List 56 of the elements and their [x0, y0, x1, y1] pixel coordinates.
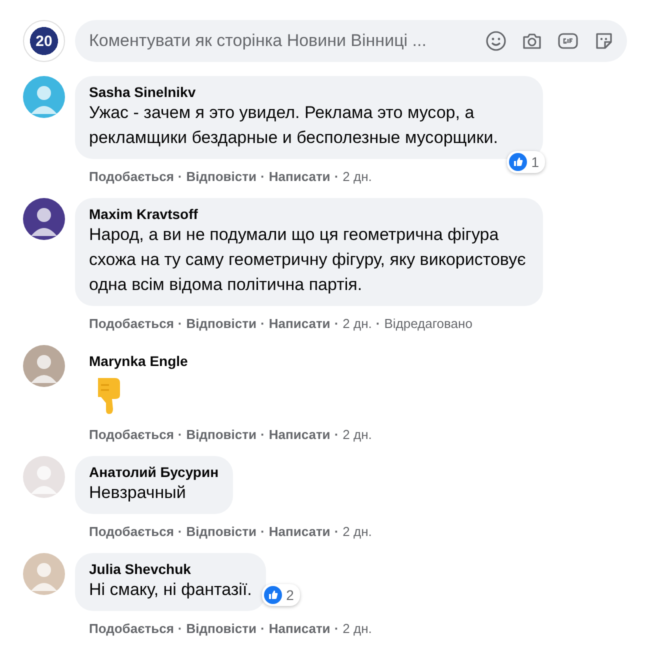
action-link[interactable]: Написати: [268, 621, 330, 636]
author-name[interactable]: Анатолий Бусурин: [89, 464, 219, 480]
timestamp[interactable]: 2 дн.: [342, 169, 372, 184]
comment-text: Народ, а ви не подумали що ця геометрична фігура схожа на ту саму геометричну фігуру, яку використовує одна всім відома політична партія.: [89, 224, 527, 296]
sticker-icon[interactable]: [593, 30, 615, 52]
like-icon: [509, 153, 528, 171]
action-link[interactable]: Написати: [268, 427, 330, 442]
action-link[interactable]: Відповісти: [186, 621, 257, 636]
comment-text: Ужас - зачем я это увидел. Реклама это мусор, а рекламщики бездарные и бесполезные мусорщики.: [89, 102, 499, 149]
separator-dot: ·: [334, 427, 339, 442]
separator-dot: ·: [260, 621, 265, 636]
action-link[interactable]: Подобається: [89, 169, 174, 184]
action-link[interactable]: Написати: [268, 169, 330, 184]
author-name[interactable]: Marynka Engle: [89, 353, 188, 369]
separator-dot: ·: [376, 316, 380, 331]
separator-dot: ·: [178, 169, 182, 184]
gif-icon[interactable]: [557, 30, 579, 52]
action-link[interactable]: Написати: [268, 316, 330, 331]
timestamp[interactable]: 2 дн.: [342, 621, 372, 636]
separator-dot: ·: [334, 316, 339, 331]
action-link[interactable]: Відповісти: [186, 316, 257, 331]
action-link[interactable]: Подобається: [89, 316, 174, 331]
separator-dot: ·: [178, 524, 182, 539]
action-link[interactable]: Подобається: [89, 524, 174, 539]
separator-dot: ·: [260, 427, 265, 442]
author-name[interactable]: Julia Shevchuk: [89, 561, 252, 577]
action-link[interactable]: Відповісти: [186, 169, 257, 184]
edited-label: Відредаговано: [384, 316, 472, 331]
separator-dot: ·: [178, 316, 182, 331]
reaction-badge[interactable]: 2: [262, 584, 300, 606]
separator-dot: ·: [334, 621, 339, 636]
separator-dot: ·: [260, 169, 265, 184]
action-link[interactable]: Відповісти: [186, 427, 257, 442]
comment-text: Невзрачный: [89, 482, 187, 504]
page-logo: 20: [23, 20, 65, 62]
separator-dot: ·: [178, 427, 182, 442]
separator-dot: ·: [260, 316, 265, 331]
action-link[interactable]: Відповісти: [186, 524, 257, 539]
comment-input-field[interactable]: Коментувати як сторінка Новини Вінниці ...: [75, 20, 627, 62]
separator-dot: ·: [178, 621, 182, 636]
separator-dot: ·: [334, 169, 339, 184]
action-link[interactable]: Подобається: [89, 621, 174, 636]
action-link[interactable]: Написати: [268, 524, 330, 539]
author-name[interactable]: Maxim Kravtsoff: [89, 206, 529, 222]
timestamp[interactable]: 2 дн.: [342, 427, 372, 442]
separator-dot: ·: [334, 524, 339, 539]
avatar-icon[interactable]: [23, 198, 65, 240]
action-link[interactable]: Подобається: [89, 427, 174, 442]
reaction-badge[interactable]: 1: [507, 151, 545, 173]
author-name[interactable]: Sasha Sinelnikv: [89, 84, 529, 100]
like-icon: [264, 586, 282, 604]
timestamp[interactable]: 2 дн.: [342, 524, 372, 539]
separator-dot: ·: [260, 524, 265, 539]
timestamp[interactable]: 2 дн.: [342, 316, 372, 331]
emoji-icon[interactable]: [485, 30, 507, 52]
comment-text: Ні смаку, ні фантазії.: [89, 579, 252, 601]
